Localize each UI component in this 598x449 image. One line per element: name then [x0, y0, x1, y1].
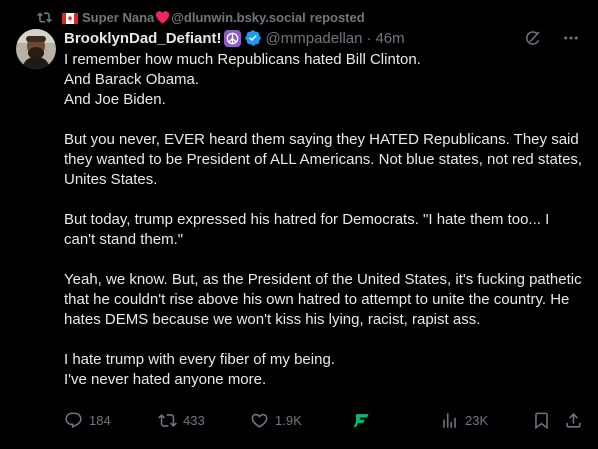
separator-dot: · [366, 29, 372, 47]
author-display-name[interactable]: BrooklynDad_Defiant! [64, 30, 222, 47]
repost-icon [37, 10, 52, 25]
bookmark-icon [532, 411, 551, 430]
repost-button[interactable]: 433 [158, 411, 205, 430]
views-count: 23K [465, 412, 489, 428]
grok-button[interactable] [352, 411, 377, 430]
post-paragraph: Yeah, we know. But, as the President of … [64, 271, 582, 328]
canada-flag-icon [62, 12, 78, 24]
post-timestamp[interactable]: 46m [375, 30, 404, 47]
red-heart-icon [155, 10, 170, 24]
reply-icon [64, 411, 83, 430]
post-paragraph: But you never, EVER heard them saying th… [64, 131, 583, 188]
verified-badge-icon[interactable] [244, 29, 262, 47]
author-handle[interactable]: @mmpadellan [266, 30, 363, 47]
share-icon [564, 411, 583, 430]
reposter-handle: @dlunwin.bsky.social [171, 9, 306, 25]
reply-button[interactable]: 184 [64, 411, 111, 430]
views-button[interactable]: 23K [440, 411, 488, 430]
repost-suffix: reposted [309, 9, 365, 25]
post-body: I remember how much Republicans hated Bi… [64, 50, 584, 410]
header-actions [524, 28, 580, 48]
more-options-icon[interactable] [562, 29, 580, 47]
views-icon [440, 411, 459, 430]
reposter-name: Super Nana [82, 9, 155, 25]
repost-icon [158, 411, 177, 430]
post-header: BrooklynDad_Defiant! @mmpadellan · 46m [64, 28, 405, 48]
action-bar: 184 433 1.9K 23K [64, 410, 584, 430]
reply-count: 184 [89, 412, 111, 428]
grok-icon[interactable] [524, 29, 542, 47]
post-paragraph: I remember how much Republicans hated Bi… [64, 51, 421, 108]
bookmark-button[interactable] [532, 411, 557, 430]
repost-context[interactable]: Super Nana @dlunwin.bsky.social reposted [37, 8, 365, 26]
peace-sign-emoji [223, 29, 241, 47]
avatar[interactable] [16, 29, 56, 69]
grok-icon [352, 411, 371, 430]
repost-count: 433 [183, 412, 205, 428]
share-button[interactable] [564, 411, 589, 430]
post-paragraph: I hate trump with every fiber of my bein… [64, 351, 335, 388]
like-button[interactable]: 1.9K [250, 411, 302, 430]
like-count: 1.9K [275, 412, 302, 428]
heart-icon [250, 411, 269, 430]
post-paragraph: But today, trump expressed his hatred fo… [64, 211, 550, 248]
